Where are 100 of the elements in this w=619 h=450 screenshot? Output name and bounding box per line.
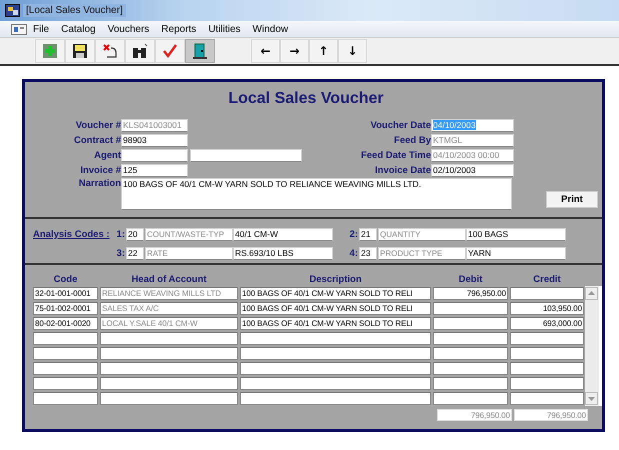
table-cell[interactable]: 32-01-001-0001	[33, 287, 98, 300]
menu-item[interactable]: Utilities	[202, 24, 247, 34]
menu-item[interactable]: File	[27, 24, 56, 34]
field-label: Feed Date Time	[360, 150, 431, 160]
input-field[interactable]	[121, 148, 188, 162]
table-cell[interactable]	[33, 332, 98, 345]
table-cell[interactable]	[33, 347, 98, 360]
total-field: 796,950.00	[437, 409, 512, 421]
input-field[interactable]: KTMGL	[431, 134, 514, 146]
column-header: Credit	[532, 274, 562, 286]
field-label: 1:	[116, 228, 125, 240]
toolbar-button[interactable]	[95, 39, 125, 63]
field-label: Invoice Date	[375, 164, 431, 176]
window-title: [Local Sales Voucher]	[23, 4, 126, 17]
menu-item[interactable]: Reports	[155, 24, 202, 34]
binoculars-icon	[132, 43, 148, 59]
table-cell[interactable]: 100 BAGS OF 40/1 CM-W YARN SOLD TO RELI	[240, 317, 431, 330]
input-field[interactable]: 04/10/2003 00:00	[431, 148, 514, 162]
input-field[interactable]: 21	[359, 228, 377, 240]
input-field[interactable]: QUANTITY	[378, 228, 466, 240]
table-cell[interactable]	[433, 302, 508, 315]
input-field[interactable]: 98903	[121, 134, 188, 146]
table-cell[interactable]	[433, 362, 508, 375]
checkmark-icon	[162, 43, 178, 59]
table-cell[interactable]	[100, 332, 238, 345]
table-cell[interactable]	[433, 347, 508, 360]
table-cell[interactable]: 693,000.00	[510, 317, 584, 330]
input-field[interactable]: 125	[121, 164, 188, 176]
menu-item[interactable]: Window	[246, 24, 294, 34]
table-cell[interactable]	[33, 362, 98, 375]
input-field[interactable]: COUNT/WASTE-TYP	[145, 228, 233, 240]
table-cell[interactable]	[240, 392, 431, 405]
input-field[interactable]: 02/10/2003	[431, 164, 514, 176]
field-label: Narration	[78, 178, 121, 189]
add-icon	[42, 43, 58, 59]
input-field[interactable]: 100 BAGS	[466, 228, 566, 240]
toolbar-button[interactable]	[65, 39, 95, 63]
field-label: 3:	[116, 248, 125, 258]
table-cell[interactable]: 80-02-001-0020	[33, 317, 98, 330]
analysis-codes-link[interactable]: Analysis Codes :	[33, 228, 110, 240]
form-title: Local Sales Voucher	[227, 90, 385, 108]
column-header: Head of Account	[130, 274, 208, 286]
table-cell[interactable]	[510, 347, 584, 360]
table-cell[interactable]	[33, 392, 98, 405]
input-field[interactable]: 20	[126, 228, 144, 240]
table-cell[interactable]	[433, 392, 508, 405]
input-field[interactable]	[190, 148, 302, 162]
table-cell[interactable]	[100, 377, 238, 390]
field-label: Feed By	[394, 134, 431, 146]
toolbar-button[interactable]	[185, 39, 215, 63]
field-label: Invoice #	[79, 164, 121, 176]
toolbar-button[interactable]	[125, 39, 155, 63]
table-cell[interactable]	[510, 362, 584, 375]
table-cell[interactable]: SALES TAX A/C	[100, 302, 238, 315]
input-field[interactable]: RATE	[145, 246, 233, 260]
column-header: Code	[52, 274, 78, 286]
column-header: Debit	[458, 274, 484, 286]
field-label: Voucher #	[74, 120, 121, 130]
arrow-button[interactable]: ↑	[309, 39, 338, 63]
table-cell[interactable]	[33, 377, 98, 390]
menu-item[interactable]: Catalog	[55, 24, 102, 34]
table-cell[interactable]	[510, 392, 584, 405]
table-cell[interactable]: LOCAL Y.SALE 40/1 CM-W	[100, 317, 238, 330]
input-field[interactable]: KLS041003001	[121, 118, 188, 132]
table-cell[interactable]	[100, 347, 238, 360]
text-area[interactable]: 100 BAGS OF 40/1 CM-W YARN SOLD TO RELIANCE WEAVING MILLS LTD.	[121, 178, 512, 210]
scrollbar[interactable]	[585, 286, 599, 406]
table-cell[interactable]: 75-01-002-0001	[33, 302, 98, 315]
table-cell[interactable]	[510, 287, 584, 300]
print-button[interactable]: Print	[546, 191, 598, 208]
input-field[interactable]: PRODUCT TYPE	[378, 246, 466, 260]
table-cell[interactable]	[240, 332, 431, 345]
table-cell[interactable]: 100 BAGS OF 40/1 CM-W YARN SOLD TO RELI	[240, 287, 431, 300]
arrow-button[interactable]: ↓	[338, 39, 367, 63]
input-field[interactable]: YARN	[466, 246, 566, 260]
table-cell[interactable]	[433, 317, 508, 330]
table-cell[interactable]	[510, 377, 584, 390]
table-cell[interactable]	[100, 392, 238, 405]
table-cell[interactable]: 103,950.00	[510, 302, 584, 315]
table-cell[interactable]	[433, 332, 508, 345]
table-cell[interactable]	[240, 347, 431, 360]
app-icon	[5, 4, 20, 17]
arrow-button[interactable]: ←	[251, 39, 280, 63]
table-cell[interactable]: 796,950.00	[433, 287, 508, 300]
table-cell[interactable]	[240, 362, 431, 375]
table-cell[interactable]: 100 BAGS OF 40/1 CM-W YARN SOLD TO RELI	[240, 302, 431, 315]
table-cell[interactable]	[510, 332, 584, 345]
field-label: 4:	[348, 248, 358, 258]
table-cell[interactable]	[433, 377, 508, 390]
input-field[interactable]: 23	[359, 246, 377, 260]
table-cell[interactable]	[240, 377, 431, 390]
menu-item[interactable]: Vouchers	[102, 24, 156, 34]
cancel-icon	[102, 43, 118, 59]
system-menu-icon	[11, 24, 27, 34]
total-field: 796,950.00	[514, 409, 588, 421]
input-field[interactable]: 40/1 CM-W	[233, 228, 333, 240]
input-field[interactable]: 22	[126, 246, 144, 260]
table-cell[interactable]	[100, 362, 238, 375]
arrow-button[interactable]: →	[280, 39, 309, 63]
input-field[interactable]: RS.693/10 LBS	[233, 246, 333, 260]
